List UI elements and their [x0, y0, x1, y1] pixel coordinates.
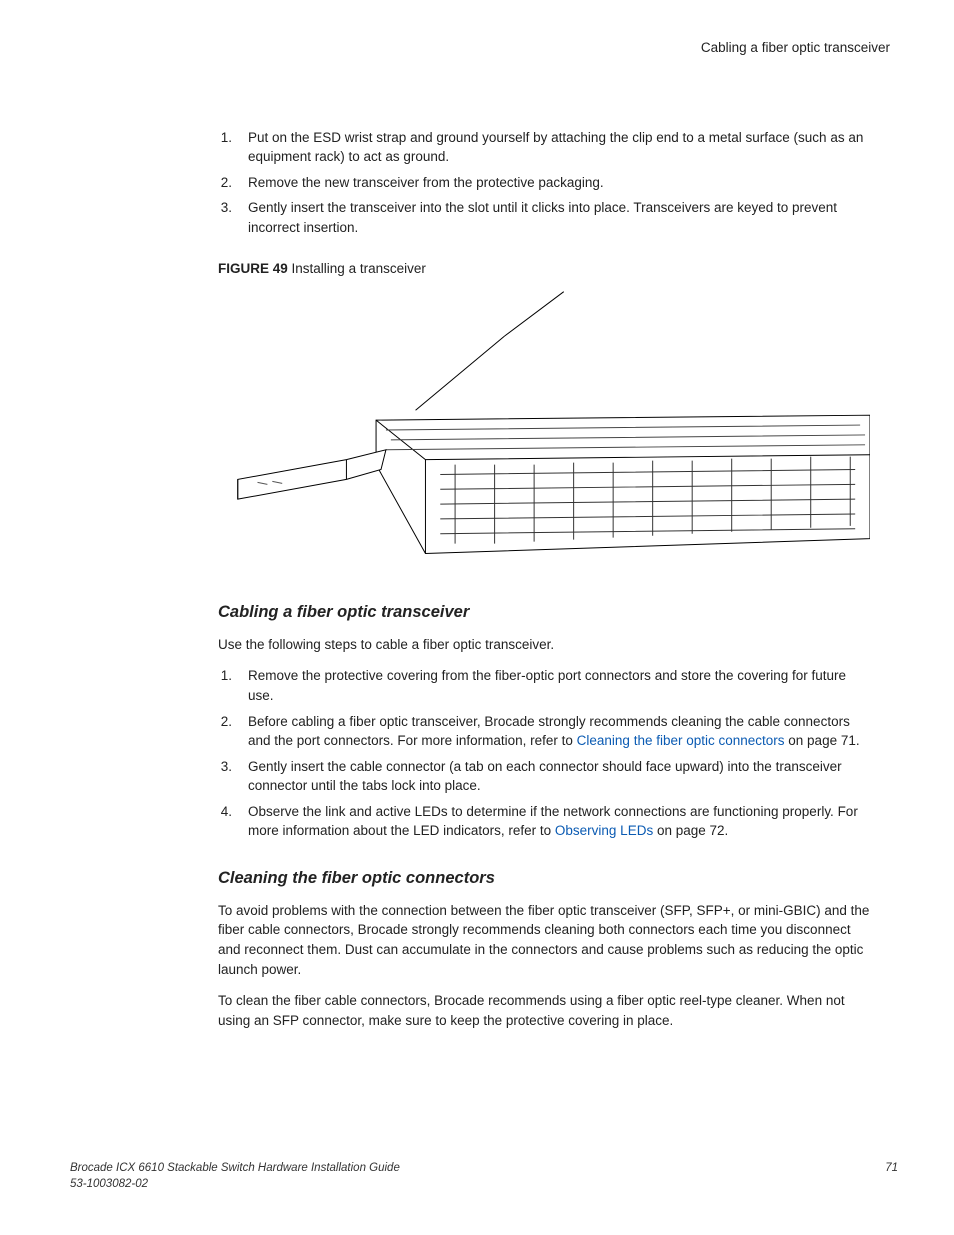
- figure-49-transceiver-illustration: [218, 285, 870, 575]
- page-footer: Brocade ICX 6610 Stackable Switch Hardwa…: [70, 1160, 898, 1193]
- list-item: 1. Remove the protective covering from t…: [218, 666, 870, 705]
- step-number: 1.: [218, 666, 232, 705]
- running-header: Cabling a fiber optic transceiver: [70, 38, 890, 58]
- list-item: 3. Gently insert the cable connector (a …: [218, 757, 870, 796]
- cleaning-connectors-link[interactable]: Cleaning the fiber optic connectors: [577, 733, 785, 748]
- cabling-steps-list: 1. Remove the protective covering from t…: [218, 666, 870, 841]
- footer-left: Brocade ICX 6610 Stackable Switch Hardwa…: [70, 1160, 400, 1193]
- step-number: 1.: [218, 128, 232, 167]
- step-text: Put on the ESD wrist strap and ground yo…: [248, 128, 870, 167]
- heading-cabling-transceiver: Cabling a fiber optic transceiver: [218, 601, 870, 625]
- step-number: 4.: [218, 802, 232, 841]
- list-item: 4. Observe the link and active LEDs to d…: [218, 802, 870, 841]
- page-number: 71: [885, 1160, 898, 1193]
- step-number: 3.: [218, 757, 232, 796]
- cleaning-paragraph-2: To clean the fiber cable connectors, Bro…: [218, 991, 870, 1030]
- list-item: 2. Remove the new transceiver from the p…: [218, 173, 870, 193]
- observing-leds-link[interactable]: Observing LEDs: [555, 823, 653, 838]
- figure-title: Installing a transceiver: [288, 261, 426, 276]
- step-text: Remove the protective covering from the …: [248, 666, 870, 705]
- step-text: Remove the new transceiver from the prot…: [248, 173, 604, 193]
- step-text: Before cabling a fiber optic transceiver…: [248, 712, 870, 751]
- main-content: 1. Put on the ESD wrist strap and ground…: [218, 128, 870, 1031]
- list-item: 1. Put on the ESD wrist strap and ground…: [218, 128, 870, 167]
- cabling-intro-paragraph: Use the following steps to cable a fiber…: [218, 635, 870, 655]
- step-text: Gently insert the cable connector (a tab…: [248, 757, 870, 796]
- step-number: 2.: [218, 712, 232, 751]
- footer-doc-title: Brocade ICX 6610 Stackable Switch Hardwa…: [70, 1160, 400, 1177]
- heading-cleaning-connectors: Cleaning the fiber optic connectors: [218, 867, 870, 891]
- list-item: 3. Gently insert the transceiver into th…: [218, 198, 870, 237]
- step-number: 2.: [218, 173, 232, 193]
- list-item: 2. Before cabling a fiber optic transcei…: [218, 712, 870, 751]
- install-steps-list: 1. Put on the ESD wrist strap and ground…: [218, 128, 870, 238]
- figure-number-label: FIGURE 49: [218, 261, 288, 276]
- step-text: Observe the link and active LEDs to dete…: [248, 802, 870, 841]
- switch-diagram-icon: [218, 285, 870, 575]
- figure-caption: FIGURE 49 Installing a transceiver: [218, 259, 870, 279]
- cleaning-paragraph-1: To avoid problems with the connection be…: [218, 901, 870, 979]
- step-number: 3.: [218, 198, 232, 237]
- footer-doc-number: 53-1003082-02: [70, 1176, 400, 1193]
- step-text: Gently insert the transceiver into the s…: [248, 198, 870, 237]
